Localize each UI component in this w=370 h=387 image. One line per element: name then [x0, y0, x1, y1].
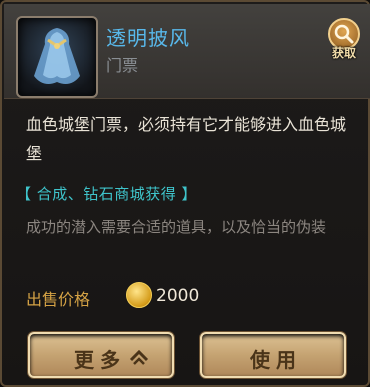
price-label: 出售价格	[26, 290, 91, 309]
item-flavor-text: 成功的潜入需要合适的道具，以及恰当的伪装	[26, 218, 327, 236]
item-type: 门票	[106, 56, 139, 75]
item-tooltip-panel: 透明披风 门票 获取 血色城堡门票，必须持有它才能够进入血色城堡 【 合成、钻石…	[0, 0, 370, 387]
item-source: 【 合成、钻石商城获得 】	[16, 185, 198, 203]
fetch-label: 获取	[331, 46, 356, 60]
use-button[interactable]: 使用	[200, 332, 346, 378]
price-value: 2000	[156, 286, 200, 306]
item-name: 透明披风	[106, 26, 190, 50]
more-button-label: 更多	[74, 348, 126, 372]
chevron-up-icon	[129, 349, 149, 365]
item-header: 透明披风 门票 获取	[4, 4, 370, 99]
gold-coin-icon	[126, 282, 152, 308]
fetch-button[interactable]: 获取	[324, 18, 364, 64]
cloak-icon	[34, 28, 80, 84]
more-button[interactable]: 更多	[28, 332, 174, 378]
item-slot	[16, 16, 98, 98]
item-description: 血色城堡门票，必须持有它才能够进入血色城堡	[26, 115, 347, 163]
use-button-label: 使用	[250, 348, 302, 372]
